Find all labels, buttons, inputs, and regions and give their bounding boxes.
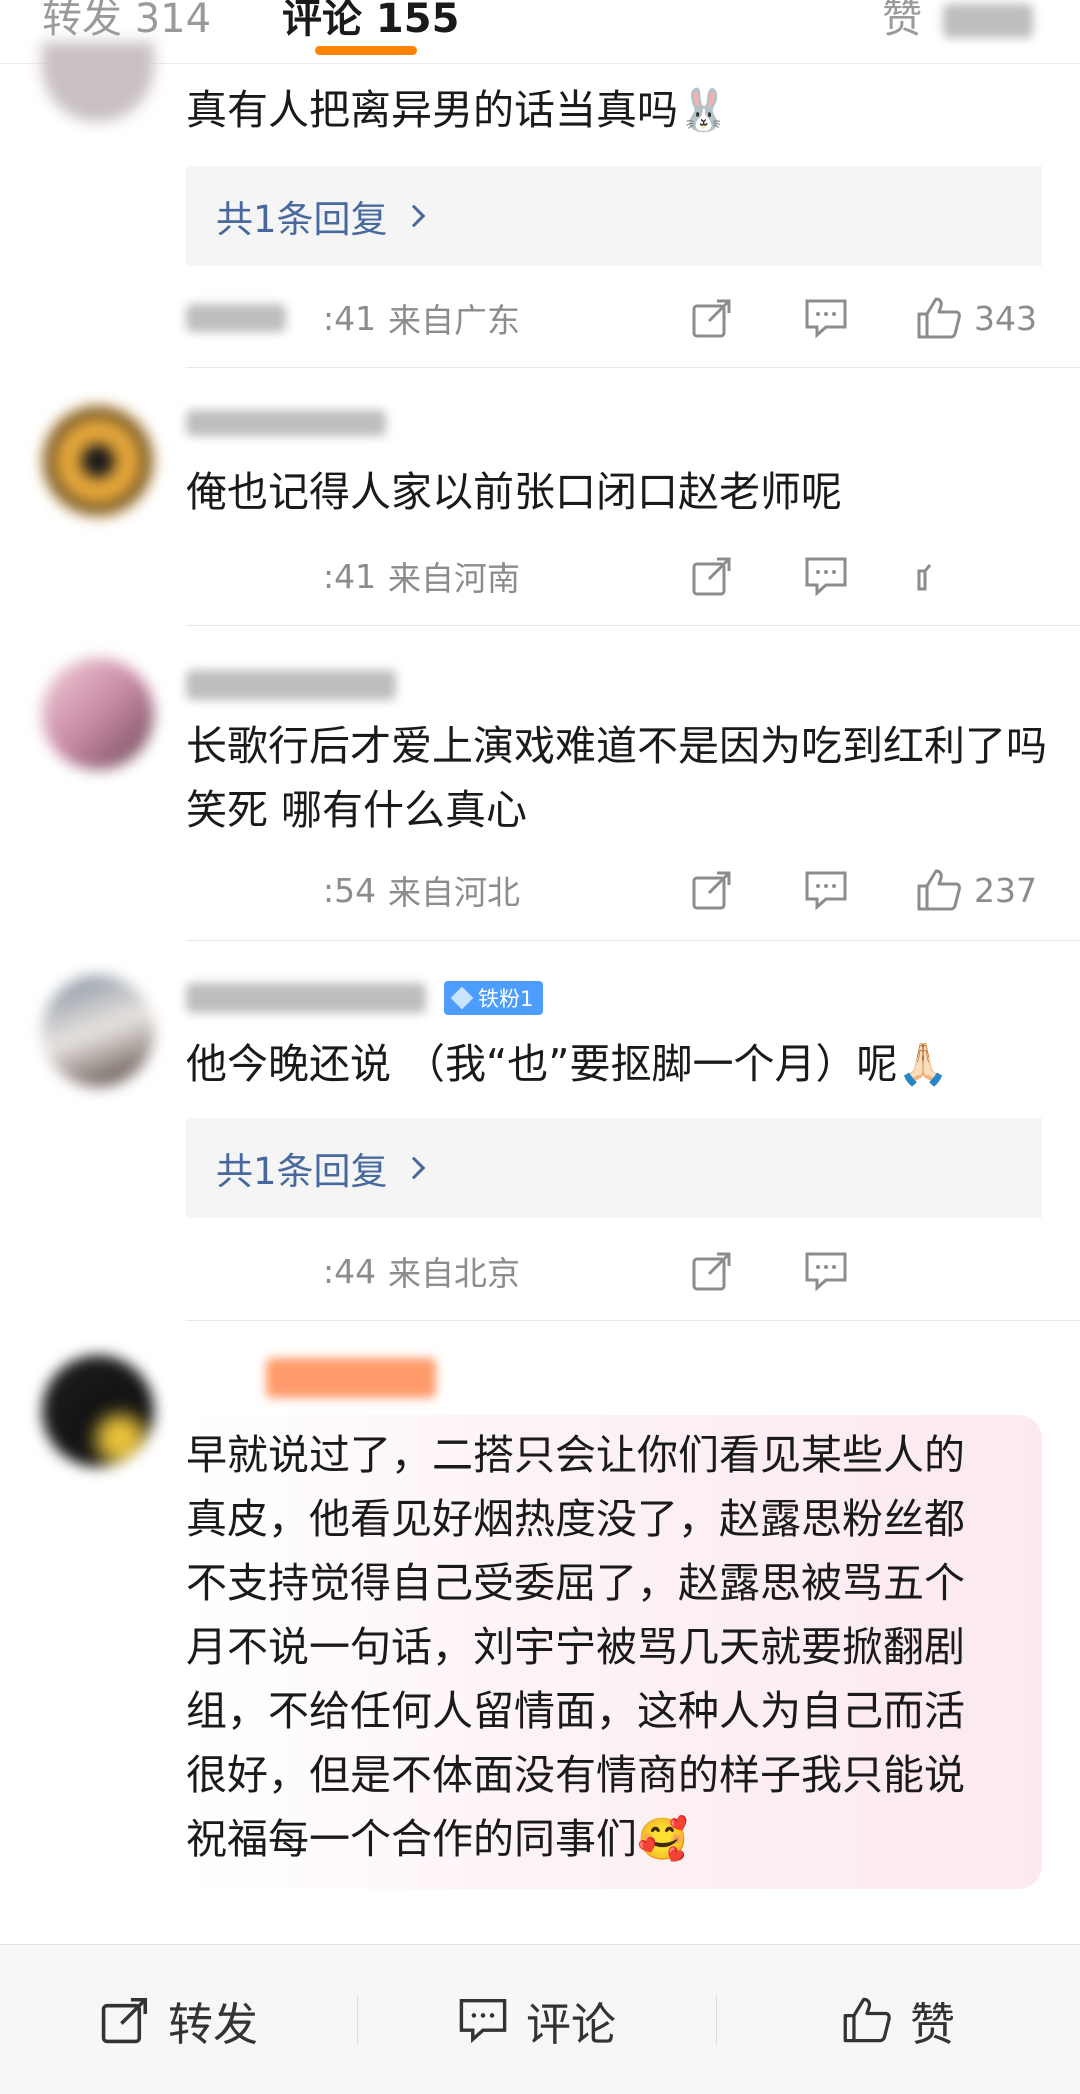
username-blurred[interactable]	[186, 1355, 436, 1401]
repost-button[interactable]	[691, 555, 733, 597]
fan-badge-label: 铁粉1	[478, 987, 534, 1011]
comment-icon	[805, 299, 847, 339]
comment-action-label: 评论	[526, 1997, 617, 2051]
avatar[interactable]	[42, 975, 154, 1087]
username-row: 铁粉1	[186, 975, 544, 1021]
comment-button[interactable]	[804, 555, 848, 597]
comment-text: 真有人把离异男的话当真吗🐰	[186, 78, 1056, 142]
comment-divider	[186, 625, 1080, 626]
emoji: 🙏🏻	[897, 1040, 949, 1088]
like-action-button[interactable]: 赞	[842, 1945, 955, 2094]
comment-divider	[186, 1320, 1080, 1321]
comment-icon	[459, 1998, 507, 2044]
repost-icon	[101, 1997, 148, 2044]
avatar[interactable]	[42, 1355, 154, 1467]
comment-location: 来自河南	[388, 559, 520, 598]
chevron-right-icon	[402, 1156, 425, 1180]
like-button[interactable]: 343	[916, 296, 1037, 340]
tab-likes[interactable]: 赞	[882, 0, 1033, 44]
comment-time: :44	[323, 1251, 377, 1291]
username-blurred[interactable]	[186, 662, 396, 708]
repost-action-button[interactable]: 转发	[100, 1945, 258, 2094]
username-blur	[186, 410, 386, 436]
comment-button[interactable]	[804, 1250, 848, 1292]
comment-icon	[805, 871, 847, 911]
chevron-right-icon	[402, 204, 425, 228]
comment-location: 来自河北	[388, 873, 520, 912]
like-action-label: 赞	[910, 1997, 956, 2051]
comment-location: 来自北京	[388, 1254, 520, 1293]
diamond-icon	[450, 986, 474, 1010]
comment-time: :54	[323, 870, 377, 910]
emoji: 🐰	[678, 86, 730, 134]
avatar[interactable]	[42, 42, 154, 122]
comment-icon	[805, 1252, 847, 1292]
comment-text-body: 他今晚还说 （我“也”要抠脚一个月）呢	[186, 1040, 898, 1088]
repost-button[interactable]	[691, 1250, 733, 1292]
like-count: 343	[974, 298, 1037, 338]
comment-meta: :44 来自北京	[186, 1245, 1042, 1297]
emoji: 🥰	[637, 1815, 689, 1863]
comment-meta: :54 来自河北 237	[186, 864, 1042, 916]
username-blurred	[186, 304, 286, 332]
comment-text-body: 真有人把离异男的话当真吗	[186, 86, 678, 134]
like-icon	[917, 297, 961, 339]
username-blurred[interactable]	[186, 400, 386, 446]
repost-icon	[692, 871, 731, 910]
like-icon	[917, 564, 932, 591]
repost-icon	[692, 1252, 731, 1291]
active-tab-indicator	[315, 46, 417, 55]
comment-button[interactable]	[804, 297, 848, 339]
repost-action-label: 转发	[168, 1997, 259, 2051]
like-icon	[917, 869, 961, 911]
repost-icon	[692, 299, 731, 338]
repost-icon	[692, 557, 731, 596]
username-blur	[186, 670, 396, 700]
toolbar-divider	[357, 1995, 358, 2045]
username-blur	[266, 1358, 436, 1398]
comment-divider	[186, 367, 1080, 368]
repost-button[interactable]	[691, 869, 733, 911]
comment-text: 俺也记得人家以前张口闭口赵老师呢	[186, 468, 842, 516]
comment-text-body: 早就说过了，二搭只会让你们看见某些人的真皮，他看见好烟热度没了，赵露思粉丝都不支…	[186, 1431, 965, 1863]
comment-text: 早就说过了，二搭只会让你们看见某些人的真皮，他看见好烟热度没了，赵露思粉丝都不支…	[186, 1415, 1042, 1889]
reply-expand-button[interactable]: 共1条回复	[186, 166, 1042, 266]
tab-repost[interactable]: 转发 314	[42, 0, 211, 44]
comment-action-button[interactable]: 评论	[458, 1945, 616, 2094]
comment-text: 他今晚还说 （我“也”要抠脚一个月）呢🙏🏻	[186, 1032, 1056, 1096]
tab-comments[interactable]: 评论 155	[282, 0, 459, 44]
toolbar-divider	[716, 1995, 717, 2045]
reply-expand-button[interactable]: 共1条回复	[186, 1118, 1042, 1218]
comment-button[interactable]	[804, 869, 848, 911]
comment-text: 长歌行后才爱上演戏难道不是因为吃到红利了吗 笑死 哪有什么真心	[186, 722, 1047, 834]
reply-count-label: 共1条回复	[216, 198, 388, 241]
comment-meta: :41 来自广东 343	[186, 292, 1042, 344]
tab-likes-label: 赞	[882, 0, 922, 42]
comment-meta: :41 来自河南	[186, 550, 1042, 602]
bottom-toolbar: 转发 评论 赞	[0, 1944, 1080, 2094]
comment-divider	[186, 940, 1080, 941]
like-button[interactable]: 237	[916, 868, 1037, 912]
likes-count-blurred	[942, 4, 1033, 38]
repost-button[interactable]	[691, 297, 733, 339]
avatar[interactable]	[42, 405, 154, 517]
username-blurred[interactable]	[186, 983, 426, 1013]
fan-badge[interactable]: 铁粉1	[444, 981, 544, 1015]
like-button[interactable]	[916, 561, 936, 591]
like-count: 237	[974, 870, 1037, 910]
reply-count-label: 共1条回复	[216, 1150, 388, 1193]
comment-time: :41	[323, 556, 377, 596]
like-icon	[843, 1997, 891, 2043]
comment-location: 来自广东	[388, 301, 520, 340]
tab-bar: 转发 314 评论 155 赞	[0, 0, 1080, 64]
avatar[interactable]	[42, 658, 154, 770]
comment-time: :41	[323, 298, 377, 338]
comment-icon	[805, 557, 847, 597]
